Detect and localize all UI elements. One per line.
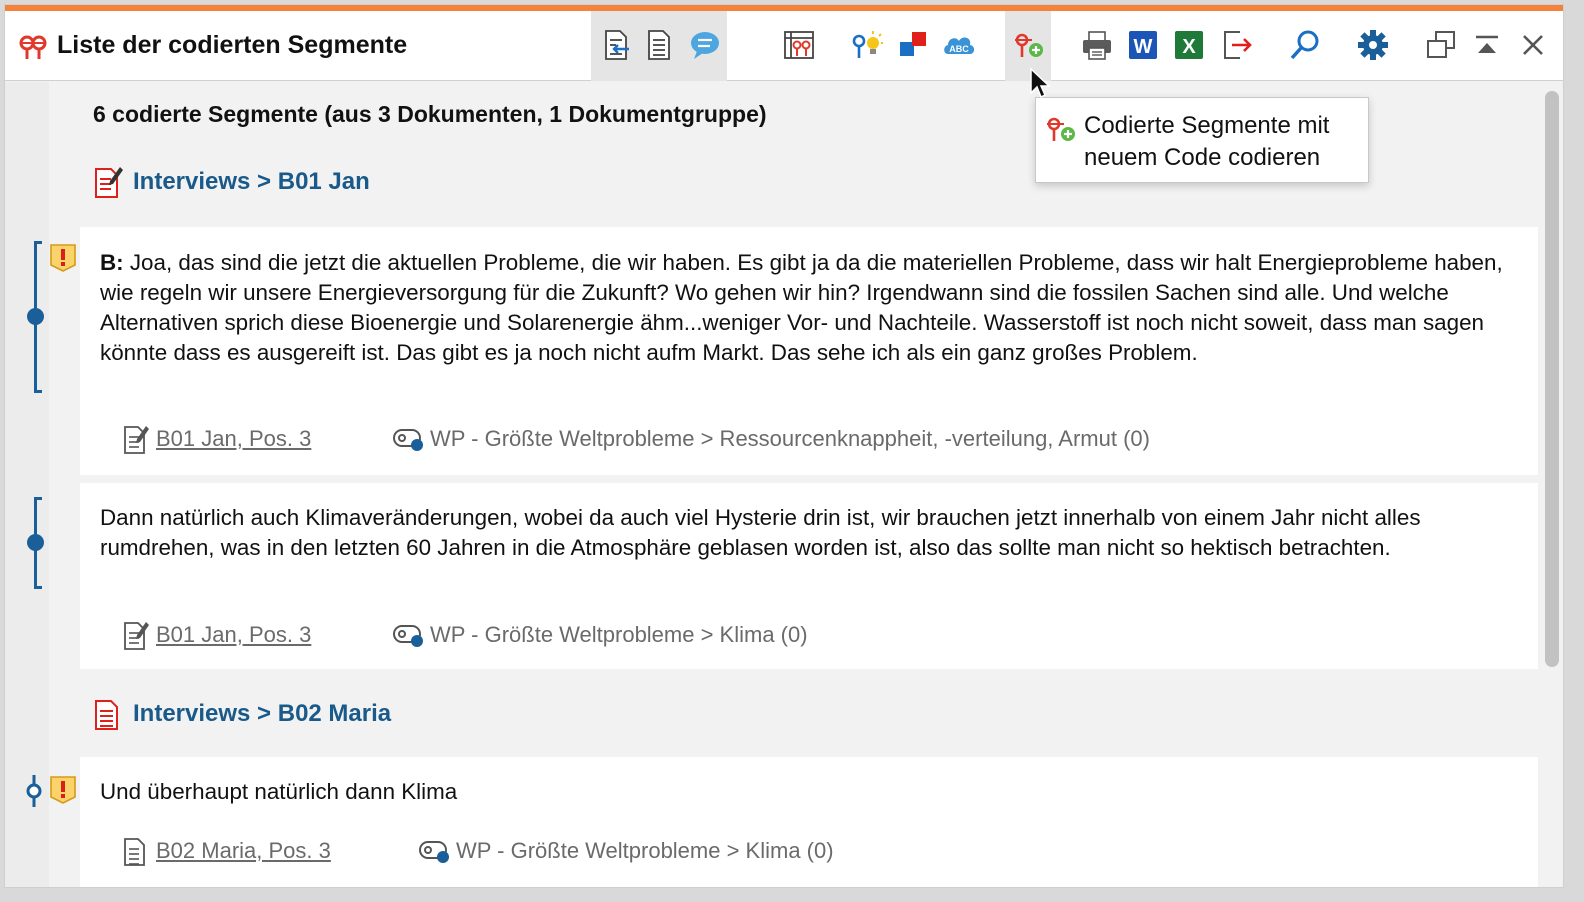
segment-margin bbox=[5, 82, 49, 887]
document-source-icon bbox=[124, 838, 145, 866]
word-icon: W bbox=[1129, 31, 1157, 59]
document-label: Interviews > B01 Jan bbox=[133, 168, 370, 195]
export-button[interactable] bbox=[1217, 25, 1257, 65]
segment-meta: B01 Jan, Pos. 3 WP - Größte Weltprobleme… bbox=[122, 618, 808, 652]
print-button[interactable] bbox=[1077, 25, 1117, 65]
segment-meta: B01 Jan, Pos. 3 WP - Größte Weltprobleme… bbox=[122, 422, 1150, 456]
code-label[interactable]: WP - Größte Weltprobleme > Ressourcenkna… bbox=[392, 425, 1150, 453]
search-button[interactable] bbox=[1285, 25, 1325, 65]
color-codes-button[interactable] bbox=[893, 25, 933, 65]
code-add-icon bbox=[1047, 117, 1075, 141]
source-link[interactable]: B01 Jan, Pos. 3 bbox=[122, 619, 311, 651]
memo-view-button[interactable] bbox=[685, 25, 725, 65]
code-label[interactable]: WP - Größte Weltprobleme > Klima (0) bbox=[418, 837, 834, 865]
code-matrix-button[interactable] bbox=[779, 25, 819, 65]
undock-window-icon bbox=[1427, 31, 1455, 58]
code-ideas-button[interactable] bbox=[847, 25, 887, 65]
segment-point-marker[interactable] bbox=[25, 773, 43, 809]
segment-text: Dann natürlich auch Klimaveränderungen, … bbox=[100, 505, 1421, 560]
segment-list: 6 codierte Segmente (aus 3 Dokumenten, 1… bbox=[49, 82, 1539, 887]
window-title: Liste der codierten Segmente bbox=[57, 31, 408, 59]
document-text-icon bbox=[95, 700, 118, 730]
color-squares-icon bbox=[900, 32, 926, 56]
source-link[interactable]: B01 Jan, Pos. 3 bbox=[122, 423, 311, 455]
document-label: Interviews > B02 Maria bbox=[133, 700, 392, 727]
printer-icon bbox=[1083, 31, 1111, 60]
abc-cloud-icon: ABC bbox=[944, 37, 975, 54]
tooltip-text: Codierte Segmente mit neuem Code codiere… bbox=[1084, 112, 1330, 171]
segment-summary: 6 codierte Segmente (aus 3 Dokumenten, 1… bbox=[93, 101, 767, 127]
segment-bracket[interactable] bbox=[27, 497, 44, 589]
search-icon bbox=[1290, 30, 1319, 60]
speech-bubble-icon bbox=[691, 32, 719, 59]
code-tag-icon bbox=[419, 841, 449, 863]
close-button[interactable] bbox=[1513, 25, 1553, 65]
code-with-new-code-button[interactable] bbox=[1009, 25, 1049, 65]
word-cloud-button[interactable]: ABC bbox=[939, 25, 979, 65]
mouse-cursor-icon bbox=[1030, 67, 1051, 99]
export-segments-button[interactable] bbox=[595, 25, 635, 65]
svg-text:X: X bbox=[1182, 36, 1196, 58]
svg-text:ABC: ABC bbox=[949, 44, 969, 54]
matrix-codes-icon bbox=[784, 31, 814, 59]
code-tag-icon bbox=[393, 429, 423, 451]
export-arrow-icon bbox=[1224, 31, 1252, 59]
speaker-label: B: bbox=[100, 250, 124, 275]
document-header[interactable]: Interviews > B01 Jan bbox=[93, 162, 370, 202]
code-bulb-icon bbox=[852, 31, 883, 58]
segment-meta: B02 Maria, Pos. 3 WP - Größte Weltproble… bbox=[122, 834, 834, 868]
document-source-icon bbox=[124, 426, 149, 454]
coded-segments-app-icon bbox=[19, 35, 47, 59]
document-view-button[interactable] bbox=[639, 25, 679, 65]
code-add-icon bbox=[1015, 33, 1043, 57]
excel-icon: X bbox=[1175, 31, 1203, 59]
source-link[interactable]: B02 Maria, Pos. 3 bbox=[122, 835, 331, 867]
titlebar: Liste der codierten Segmente ABC W X bbox=[5, 11, 1563, 81]
code-tag-icon bbox=[393, 625, 423, 647]
export-excel-button[interactable]: X bbox=[1169, 25, 1209, 65]
segment-card[interactable]: Und überhaupt natürlich dann Klima B02 M… bbox=[80, 757, 1538, 887]
undock-button[interactable] bbox=[1421, 25, 1461, 65]
segment-card[interactable]: Dann natürlich auch Klimaveränderungen, … bbox=[80, 483, 1538, 669]
tooltip: Codierte Segmente mit neuem Code codiere… bbox=[1035, 97, 1369, 183]
important-memo-icon[interactable] bbox=[49, 775, 77, 805]
vertical-scrollbar[interactable] bbox=[1545, 91, 1559, 667]
document-source-icon bbox=[124, 622, 149, 650]
gear-icon bbox=[1358, 30, 1388, 60]
svg-text:W: W bbox=[1134, 36, 1153, 58]
doc-lines-icon bbox=[648, 30, 670, 60]
code-label[interactable]: WP - Größte Weltprobleme > Klima (0) bbox=[392, 621, 808, 649]
close-icon bbox=[1523, 35, 1543, 55]
doc-arrow-icon bbox=[605, 30, 629, 60]
segment-text: B: Joa, das sind die jetzt die aktuellen… bbox=[100, 250, 1503, 365]
segment-text: Und überhaupt natürlich dann Klima bbox=[100, 779, 458, 804]
collapse-button[interactable] bbox=[1467, 25, 1507, 65]
collapse-up-icon bbox=[1476, 35, 1498, 53]
important-memo-icon[interactable] bbox=[49, 243, 77, 273]
export-word-button[interactable]: W bbox=[1123, 25, 1163, 65]
document-header[interactable]: Interviews > B02 Maria bbox=[93, 694, 391, 734]
coded-segments-window: Liste der codierten Segmente ABC W X 6 c… bbox=[4, 4, 1564, 888]
settings-button[interactable] bbox=[1353, 25, 1393, 65]
document-edit-icon bbox=[95, 167, 123, 198]
segment-card[interactable]: B: Joa, das sind die jetzt die aktuellen… bbox=[80, 227, 1538, 475]
segment-bracket[interactable] bbox=[27, 241, 44, 393]
